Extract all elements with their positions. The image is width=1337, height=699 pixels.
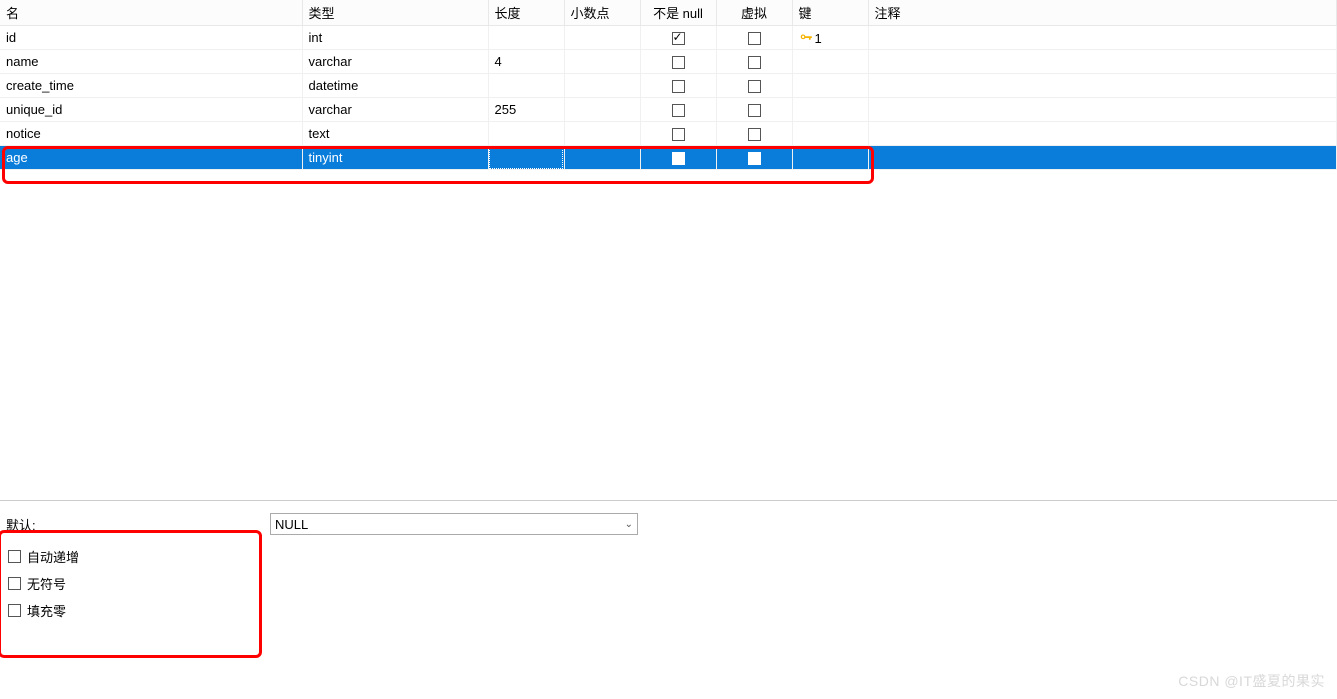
virtual-checkbox[interactable] bbox=[748, 56, 761, 69]
unsigned-label: 无符号 bbox=[27, 574, 66, 593]
virtual-checkbox[interactable] bbox=[748, 128, 761, 141]
notnull-checkbox[interactable] bbox=[672, 152, 685, 165]
cell-comment[interactable] bbox=[868, 98, 1337, 122]
header-virtual[interactable]: 虚拟 bbox=[716, 0, 792, 26]
notnull-checkbox[interactable] bbox=[672, 128, 685, 141]
cell-length[interactable] bbox=[488, 146, 564, 170]
table-row[interactable]: idint 1 bbox=[0, 26, 1337, 50]
table-row[interactable]: create_timedatetime bbox=[0, 74, 1337, 98]
cell-name[interactable]: age bbox=[0, 146, 302, 170]
default-label: 默认: bbox=[6, 515, 270, 534]
key-number: 1 bbox=[815, 31, 822, 46]
virtual-checkbox[interactable] bbox=[748, 32, 761, 45]
virtual-checkbox[interactable] bbox=[748, 80, 761, 93]
cell-name[interactable]: id bbox=[0, 26, 302, 50]
cell-name[interactable]: name bbox=[0, 50, 302, 74]
cell-virtual[interactable] bbox=[716, 74, 792, 98]
cell-length[interactable] bbox=[488, 122, 564, 146]
cell-length[interactable]: 4 bbox=[488, 50, 564, 74]
notnull-checkbox[interactable] bbox=[672, 56, 685, 69]
cell-notnull[interactable] bbox=[640, 26, 716, 50]
watermark-text: CSDN @IT盛夏的果实 bbox=[1178, 671, 1325, 691]
table-row[interactable]: agetinyint bbox=[0, 146, 1337, 170]
cell-virtual[interactable] bbox=[716, 50, 792, 74]
cell-name[interactable]: notice bbox=[0, 122, 302, 146]
cell-comment[interactable] bbox=[868, 74, 1337, 98]
table-row[interactable]: unique_idvarchar255 bbox=[0, 98, 1337, 122]
key-icon bbox=[799, 31, 813, 45]
cell-type[interactable]: text bbox=[302, 122, 488, 146]
header-name[interactable]: 名 bbox=[0, 0, 302, 26]
auto-increment-checkbox[interactable] bbox=[8, 550, 21, 563]
virtual-checkbox[interactable] bbox=[748, 152, 761, 165]
header-notnull[interactable]: 不是 null bbox=[640, 0, 716, 26]
cell-virtual[interactable] bbox=[716, 98, 792, 122]
zerofill-label: 填充零 bbox=[27, 601, 66, 620]
notnull-checkbox[interactable] bbox=[672, 104, 685, 117]
header-decimal[interactable]: 小数点 bbox=[564, 0, 640, 26]
cell-notnull[interactable] bbox=[640, 50, 716, 74]
cell-notnull[interactable] bbox=[640, 74, 716, 98]
default-value-text: NULL bbox=[275, 517, 308, 532]
header-length[interactable]: 长度 bbox=[488, 0, 564, 26]
table-row[interactable]: noticetext bbox=[0, 122, 1337, 146]
cell-comment[interactable] bbox=[868, 50, 1337, 74]
cell-comment[interactable] bbox=[868, 26, 1337, 50]
default-value-select[interactable]: NULL ⌄ bbox=[270, 513, 638, 535]
cell-key[interactable] bbox=[792, 74, 868, 98]
cell-type[interactable]: tinyint bbox=[302, 146, 488, 170]
cell-decimal[interactable] bbox=[564, 146, 640, 170]
cell-key[interactable]: 1 bbox=[792, 26, 868, 50]
cell-type[interactable]: datetime bbox=[302, 74, 488, 98]
cell-notnull[interactable] bbox=[640, 98, 716, 122]
zerofill-checkbox[interactable] bbox=[8, 604, 21, 617]
field-table: 名 类型 长度 小数点 不是 null 虚拟 键 注释 idint 1 nameva… bbox=[0, 0, 1337, 170]
cell-key[interactable] bbox=[792, 50, 868, 74]
cell-comment[interactable] bbox=[868, 122, 1337, 146]
cell-comment[interactable] bbox=[868, 146, 1337, 170]
cell-type[interactable]: int bbox=[302, 26, 488, 50]
cell-notnull[interactable] bbox=[640, 146, 716, 170]
notnull-checkbox[interactable] bbox=[672, 80, 685, 93]
cell-key[interactable] bbox=[792, 146, 868, 170]
cell-decimal[interactable] bbox=[564, 122, 640, 146]
header-comment[interactable]: 注释 bbox=[868, 0, 1337, 26]
cell-decimal[interactable] bbox=[564, 98, 640, 122]
cell-name[interactable]: create_time bbox=[0, 74, 302, 98]
field-properties-panel: 默认: NULL ⌄ 自动递增 无符号 填充零 bbox=[0, 500, 1337, 628]
cell-length[interactable] bbox=[488, 74, 564, 98]
header-type[interactable]: 类型 bbox=[302, 0, 488, 26]
unsigned-checkbox[interactable] bbox=[8, 577, 21, 590]
chevron-down-icon: ⌄ bbox=[625, 519, 633, 530]
notnull-checkbox[interactable] bbox=[672, 32, 685, 45]
cell-length[interactable] bbox=[488, 26, 564, 50]
auto-increment-label: 自动递增 bbox=[27, 547, 79, 566]
cell-decimal[interactable] bbox=[564, 74, 640, 98]
cell-type[interactable]: varchar bbox=[302, 98, 488, 122]
cell-key[interactable] bbox=[792, 122, 868, 146]
cell-virtual[interactable] bbox=[716, 146, 792, 170]
cell-notnull[interactable] bbox=[640, 122, 716, 146]
cell-virtual[interactable] bbox=[716, 122, 792, 146]
cell-virtual[interactable] bbox=[716, 26, 792, 50]
cell-length[interactable]: 255 bbox=[488, 98, 564, 122]
cell-key[interactable] bbox=[792, 98, 868, 122]
cell-decimal[interactable] bbox=[564, 26, 640, 50]
cell-type[interactable]: varchar bbox=[302, 50, 488, 74]
cell-decimal[interactable] bbox=[564, 50, 640, 74]
cell-name[interactable]: unique_id bbox=[0, 98, 302, 122]
header-key[interactable]: 键 bbox=[792, 0, 868, 26]
table-row[interactable]: namevarchar4 bbox=[0, 50, 1337, 74]
virtual-checkbox[interactable] bbox=[748, 104, 761, 117]
